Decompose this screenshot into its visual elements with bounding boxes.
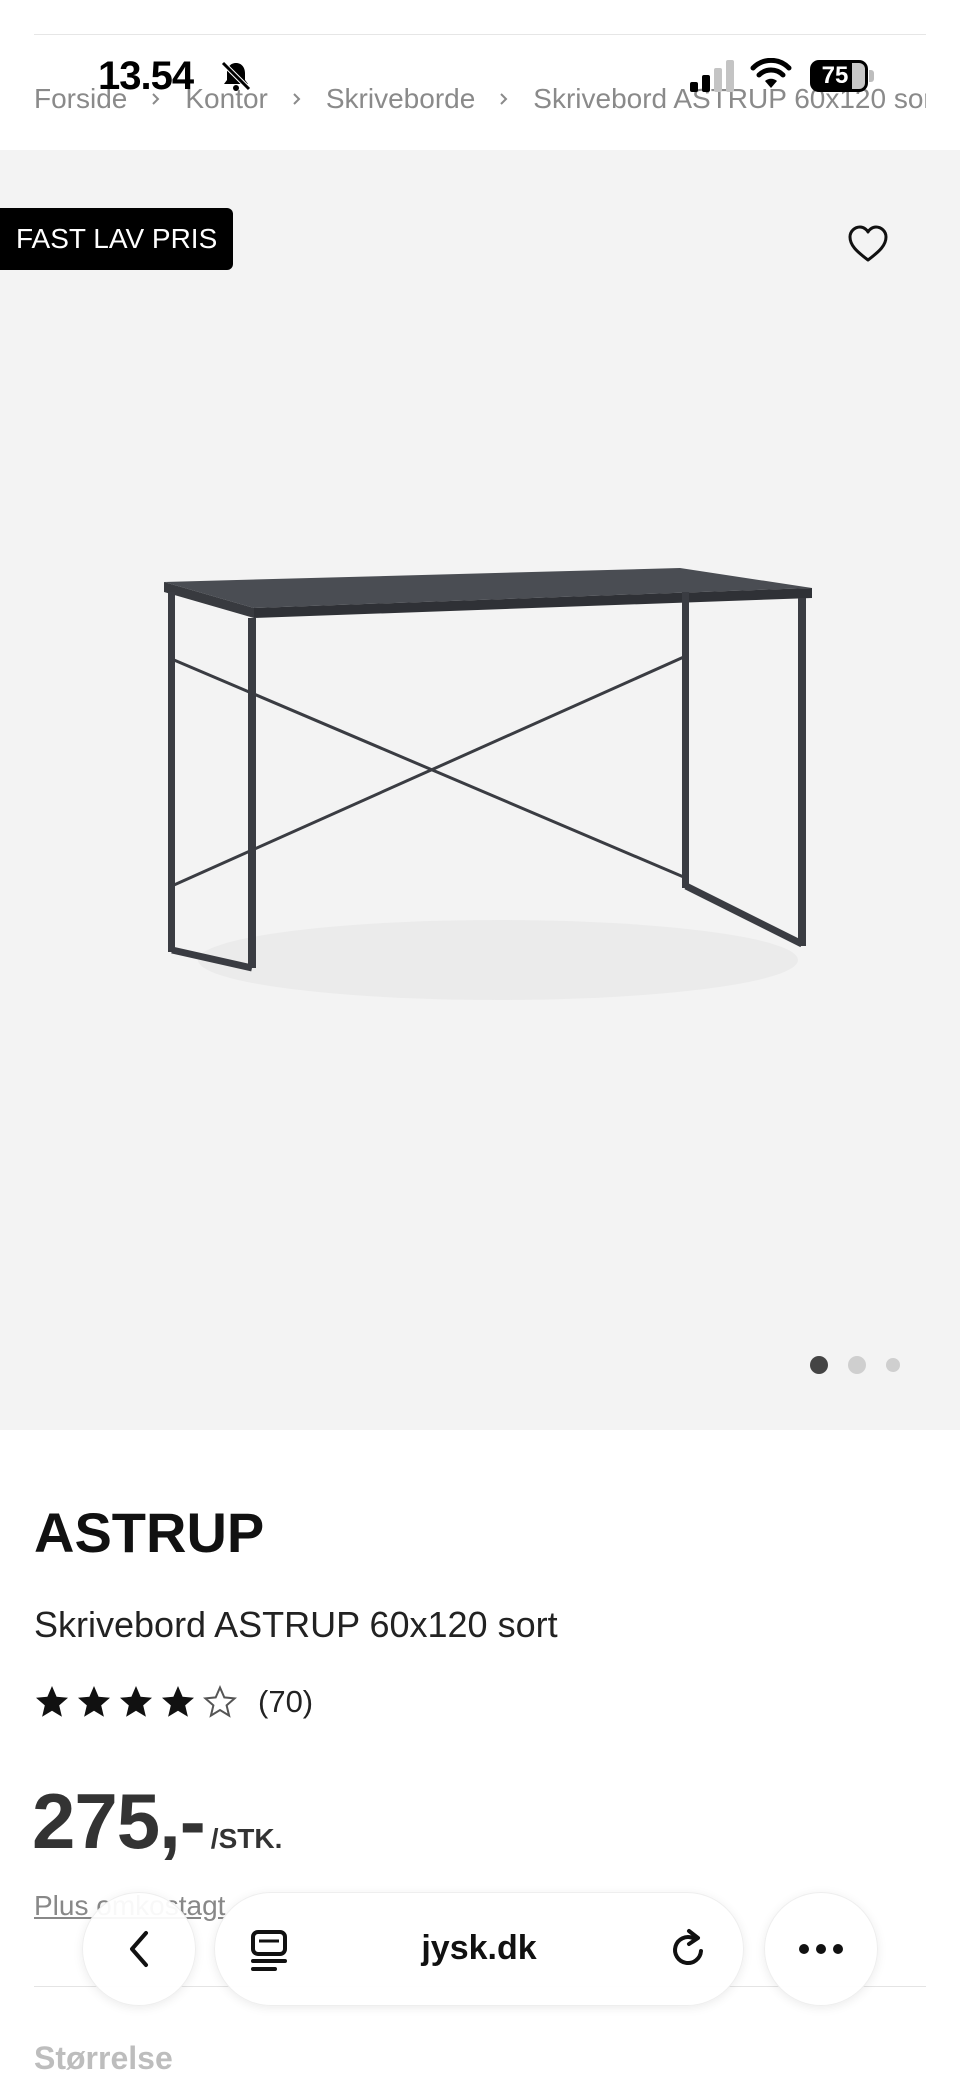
chevron-left-icon	[130, 1931, 148, 1967]
more-button[interactable]	[764, 1892, 878, 2006]
gallery-dot-1[interactable]	[810, 1356, 828, 1374]
star-empty-icon	[202, 1684, 238, 1718]
heart-icon[interactable]	[846, 222, 890, 266]
star-filled-icon	[36, 1686, 68, 1717]
price-unit: /STK.	[210, 1823, 283, 1854]
gallery-dot-3[interactable]	[886, 1358, 900, 1372]
reload-icon[interactable]	[667, 1927, 711, 1973]
product-price: 275,- /STK.	[32, 1776, 282, 1867]
product-gallery[interactable]: FAST LAV PRIS	[0, 150, 960, 1430]
product-image	[164, 568, 812, 1000]
breadcrumb-skriveborde[interactable]: Skriveborde	[326, 83, 475, 115]
url-domain[interactable]: jysk.dk	[215, 1929, 743, 1968]
star-filled-icon	[78, 1686, 110, 1717]
price-value: 275,-	[32, 1777, 206, 1865]
address-bar[interactable]: jysk.dk	[214, 1892, 744, 2006]
status-time: 13.54	[98, 54, 194, 98]
size-label: Størrelse	[34, 2040, 173, 2076]
battery-icon: 75	[810, 60, 874, 92]
review-count[interactable]: (70)	[258, 1684, 313, 1720]
star-filled-icon	[120, 1686, 152, 1717]
cellular-signal-icon	[690, 60, 736, 92]
price-badge: FAST LAV PRIS	[0, 208, 234, 270]
product-brand: ASTRUP	[34, 1501, 265, 1564]
bell-muted-icon	[218, 58, 254, 94]
more-icon	[799, 1944, 843, 1954]
chevron-right-icon	[290, 92, 304, 106]
chevron-right-icon	[497, 92, 511, 106]
wifi-icon	[750, 57, 792, 92]
top-area: Forside Kontor Skriveborde Skrivebord AS…	[0, 0, 960, 150]
top-divider	[34, 34, 926, 35]
back-button[interactable]	[82, 1892, 196, 2006]
product-name: Skrivebord ASTRUP 60x120 sort	[34, 1604, 558, 1645]
battery-percent: 75	[821, 62, 849, 89]
gallery-pagination	[810, 1353, 900, 1377]
star-filled-icon	[162, 1686, 194, 1717]
product-rating[interactable]: (70)	[34, 1684, 313, 1720]
gallery-dot-2[interactable]	[848, 1356, 866, 1374]
